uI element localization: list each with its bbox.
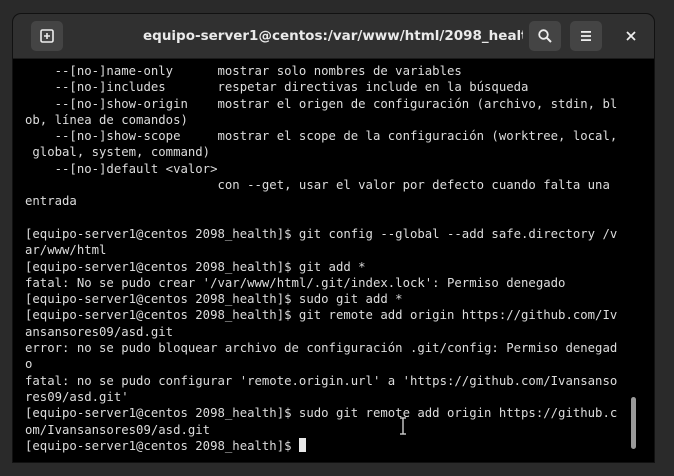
terminal-line-text: ob, línea de comandos)	[25, 112, 188, 127]
terminal-output[interactable]: --[no-]name-only mostrar solo nombres de…	[13, 59, 639, 462]
terminal-line-text: res09/asd.git'	[25, 389, 129, 404]
terminal-lines: --[no-]name-only mostrar solo nombres de…	[25, 63, 617, 454]
close-button[interactable]	[615, 21, 647, 51]
terminal-line: --[no-]default <valor>	[25, 161, 617, 177]
terminal-line: [equipo-server1@centos 2098_health]$ git…	[25, 259, 617, 275]
hamburger-menu-icon	[581, 31, 591, 41]
new-tab-button[interactable]	[31, 21, 63, 51]
terminal-line: [equipo-server1@centos 2098_health]$ sud…	[25, 291, 617, 307]
terminal-line-text: [equipo-server1@centos 2098_health]$ git…	[25, 259, 366, 274]
terminal-line-text: ansansores09/asd.git	[25, 324, 174, 339]
terminal-line-text: error: no se pudo bloquear archivo de co…	[25, 341, 618, 356]
terminal-line-text: fatal: no se pudo configurar 'remote.ori…	[25, 373, 618, 388]
terminal-line: om/Ivansansores09/asd.git	[25, 422, 617, 438]
scrollbar-track[interactable]	[642, 62, 650, 458]
terminal-line-text: --[no-]show-scope mostrar el scope de la…	[25, 129, 618, 144]
menu-button[interactable]	[570, 21, 602, 51]
terminal-line: error: no se pudo bloquear archivo de co…	[25, 340, 617, 356]
terminal-line-text: --[no-]default <valor>	[25, 161, 218, 176]
terminal-line: res09/asd.git'	[25, 389, 617, 405]
terminal-line: [equipo-server1@centos 2098_health]$ git…	[25, 226, 617, 242]
terminal-line: entrada	[25, 193, 617, 209]
terminal-line-text: --[no-]includes respetar directivas incl…	[25, 80, 529, 95]
terminal-line: ob, línea de comandos)	[25, 112, 617, 128]
terminal-line: [equipo-server1@centos 2098_health]$ git…	[25, 307, 617, 323]
terminal-line-text: o	[25, 357, 33, 372]
window-title: equipo-server1@centos:/var/www/html/2098…	[143, 28, 523, 44]
terminal-line: global, system, command)	[25, 144, 617, 160]
terminal-line: [equipo-server1@centos 2098_health]$ sud…	[25, 405, 617, 421]
terminal-line: fatal: no se pudo configurar 'remote.ori…	[25, 373, 617, 389]
terminal-line: --[no-]show-scope mostrar el scope de la…	[25, 128, 618, 144]
terminal-line-text: ar/www/html	[25, 243, 107, 258]
terminal-line: --[no-]includes respetar directivas incl…	[25, 79, 617, 95]
terminal-line-text: [equipo-server1@centos 2098_health]$ sud…	[25, 292, 403, 307]
new-tab-icon	[40, 29, 54, 43]
search-icon	[538, 29, 552, 43]
terminal-line: ansansores09/asd.git	[25, 324, 617, 340]
terminal-line-text: fatal: No se pudo crear '/var/www/html/.…	[25, 275, 566, 290]
search-button[interactable]	[529, 21, 561, 51]
terminal-line: o	[25, 356, 617, 372]
terminal-line: fatal: No se pudo crear '/var/www/html/.…	[25, 275, 617, 291]
terminal-line-text: om/Ivansansores09/asd.git	[25, 422, 211, 437]
terminal-line-text: [equipo-server1@centos 2098_health]$ git…	[25, 226, 618, 241]
scrollbar-thumb[interactable]	[631, 397, 636, 449]
terminal-window: equipo-server1@centos:/var/www/html/2098…	[13, 14, 654, 462]
terminal-line-text: entrada	[25, 194, 77, 209]
terminal-line-text: --[no-]show-origin mostrar el origen de …	[25, 96, 618, 111]
terminal-line-text: [equipo-server1@centos 2098_health]$ git…	[25, 308, 618, 323]
terminal-line-text: [equipo-server1@centos 2098_health]$ sud…	[25, 406, 618, 421]
prompt-line: [equipo-server1@centos 2098_health]$	[25, 437, 617, 454]
terminal-line-text: global, system, command)	[25, 145, 211, 160]
terminal-cursor	[298, 437, 306, 452]
terminal-line-text: --[no-]name-only mostrar solo nombres de…	[25, 64, 462, 78]
terminal-line: ar/www/html	[25, 242, 617, 258]
terminal-line-text: con --get, usar el valor por defecto cua…	[25, 178, 610, 193]
terminal-line: con --get, usar el valor por defecto cua…	[25, 177, 617, 193]
terminal-line-text: [equipo-server1@centos 2098_health]$	[25, 438, 299, 453]
close-icon	[626, 31, 636, 41]
title-bar: equipo-server1@centos:/var/www/html/2098…	[13, 14, 654, 59]
terminal-line: --[no-]show-origin mostrar el origen de …	[25, 96, 618, 112]
text-cursor-icon	[400, 417, 406, 435]
terminal-line: --[no-]name-only mostrar solo nombres de…	[25, 63, 617, 79]
